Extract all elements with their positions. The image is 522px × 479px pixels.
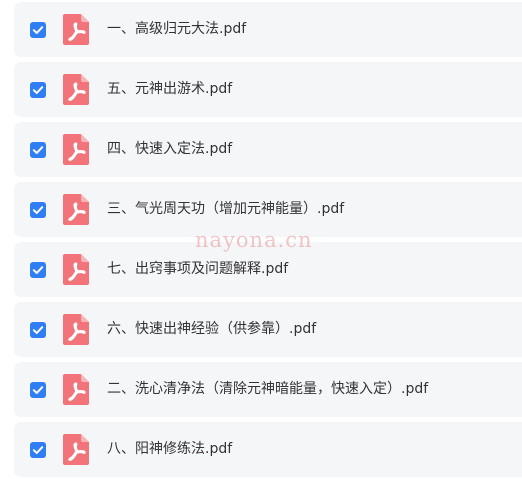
file-row[interactable]: 四、快速入定法.pdf — [14, 122, 522, 177]
file-row[interactable]: 二、洗心清净法（清除元神暗能量，快速入定）.pdf — [14, 362, 522, 417]
checkbox-checked[interactable] — [30, 202, 46, 218]
file-row[interactable]: 五、元神出游术.pdf — [14, 62, 522, 117]
pdf-icon — [63, 374, 89, 405]
check-icon — [32, 206, 44, 214]
checkbox-checked[interactable] — [30, 142, 46, 158]
pdf-icon — [63, 74, 89, 105]
pdf-icon — [63, 254, 89, 285]
pdf-icon — [63, 314, 89, 345]
check-icon — [32, 266, 44, 274]
checkbox-checked[interactable] — [30, 22, 46, 38]
file-row[interactable]: 六、快速出神经验（供参靠）.pdf — [14, 302, 522, 357]
file-row[interactable]: 八、阳神修练法.pdf — [14, 422, 522, 477]
watermark-text: nayona.cn — [195, 228, 313, 252]
checkbox-checked[interactable] — [30, 382, 46, 398]
file-name[interactable]: 二、洗心清净法（清除元神暗能量，快速入定）.pdf — [107, 362, 428, 417]
file-name[interactable]: 五、元神出游术.pdf — [107, 62, 232, 117]
checkbox-checked[interactable] — [30, 82, 46, 98]
file-name[interactable]: 八、阳神修练法.pdf — [107, 422, 232, 477]
check-icon — [32, 326, 44, 334]
checkbox-checked[interactable] — [30, 322, 46, 338]
check-icon — [32, 86, 44, 94]
pdf-icon — [63, 134, 89, 165]
file-name[interactable]: 六、快速出神经验（供参靠）.pdf — [107, 302, 316, 357]
pdf-icon — [63, 14, 89, 45]
check-icon — [32, 146, 44, 154]
file-name[interactable]: 四、快速入定法.pdf — [107, 122, 232, 177]
check-icon — [32, 26, 44, 34]
checkbox-checked[interactable] — [30, 442, 46, 458]
file-name[interactable]: 一、高级归元大法.pdf — [107, 2, 246, 57]
pdf-icon — [63, 194, 89, 225]
pdf-icon — [63, 434, 89, 465]
checkbox-checked[interactable] — [30, 262, 46, 278]
check-icon — [32, 446, 44, 454]
file-row[interactable]: 一、高级归元大法.pdf — [14, 2, 522, 57]
check-icon — [32, 386, 44, 394]
